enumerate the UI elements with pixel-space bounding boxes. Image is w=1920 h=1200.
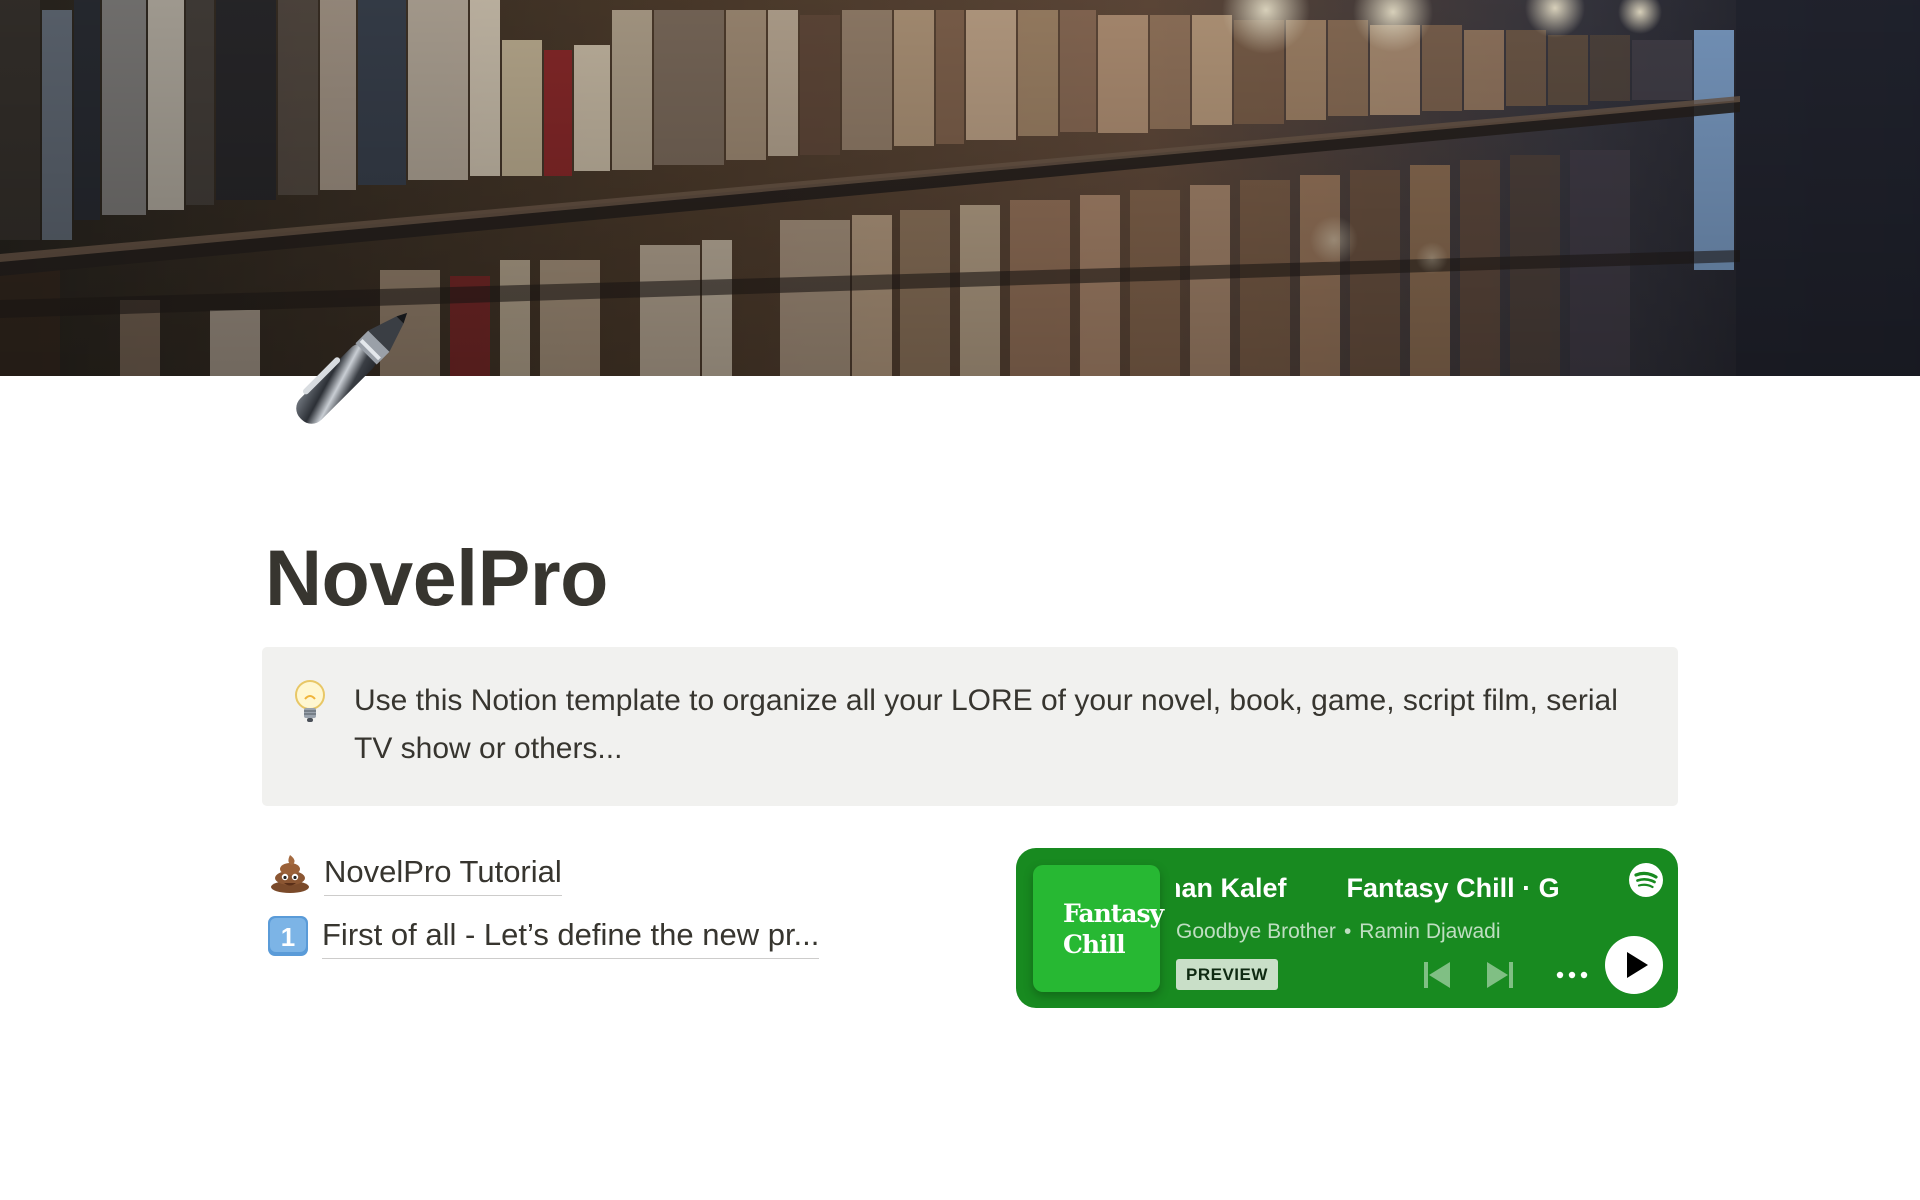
play-button[interactable]: [1605, 936, 1663, 994]
page-link-novelpro-tutorial[interactable]: NovelPro Tutorial: [268, 850, 562, 896]
pile-of-poo-icon: [268, 851, 312, 895]
track-name[interactable]: Goodbye Brother: [1176, 920, 1336, 943]
marquee-text: Fantasy Chill · G: [1346, 873, 1560, 903]
callout-block: Use this Notion template to organize all…: [262, 647, 1678, 806]
album-cover-text: Chill: [1063, 929, 1126, 959]
spotify-logo-icon[interactable]: [1628, 862, 1664, 898]
track-title-marquee[interactable]: nan Kalef Fantasy Chill · G: [1176, 868, 1583, 908]
previous-track-icon[interactable]: [1421, 959, 1453, 991]
next-track-icon[interactable]: [1484, 959, 1516, 991]
artist-name[interactable]: Ramin Djawadi: [1359, 920, 1500, 943]
spotify-embed[interactable]: Fantasy Chill nan Kalef Fantasy Chill · G…: [1016, 848, 1678, 1008]
album-cover[interactable]: Fantasy Chill: [1033, 865, 1164, 992]
track-subtitle: Goodbye Brother • Ramin Djawadi: [1176, 918, 1501, 946]
more-options-icon[interactable]: [1554, 961, 1590, 989]
page-link-first-of-all[interactable]: 1 First of all - Let’s define the new pr…: [266, 913, 820, 959]
page-link-label: First of all - Let’s define the new pr..…: [322, 913, 820, 959]
callout-text[interactable]: Use this Notion template to organize all…: [354, 677, 1644, 773]
svg-text:1: 1: [281, 922, 295, 952]
pen-icon[interactable]: [262, 288, 432, 458]
page-link-label: NovelPro Tutorial: [324, 850, 562, 896]
lightbulb-icon[interactable]: [290, 677, 330, 725]
album-cover-text: Fantasy: [1063, 898, 1164, 928]
keycap-1-icon: 1: [266, 914, 310, 958]
marquee-text: nan Kalef: [1176, 873, 1287, 903]
separator: •: [1343, 920, 1352, 943]
play-icon: [1627, 952, 1648, 978]
page-title[interactable]: NovelPro: [265, 530, 608, 626]
preview-badge: PREVIEW: [1176, 959, 1278, 990]
